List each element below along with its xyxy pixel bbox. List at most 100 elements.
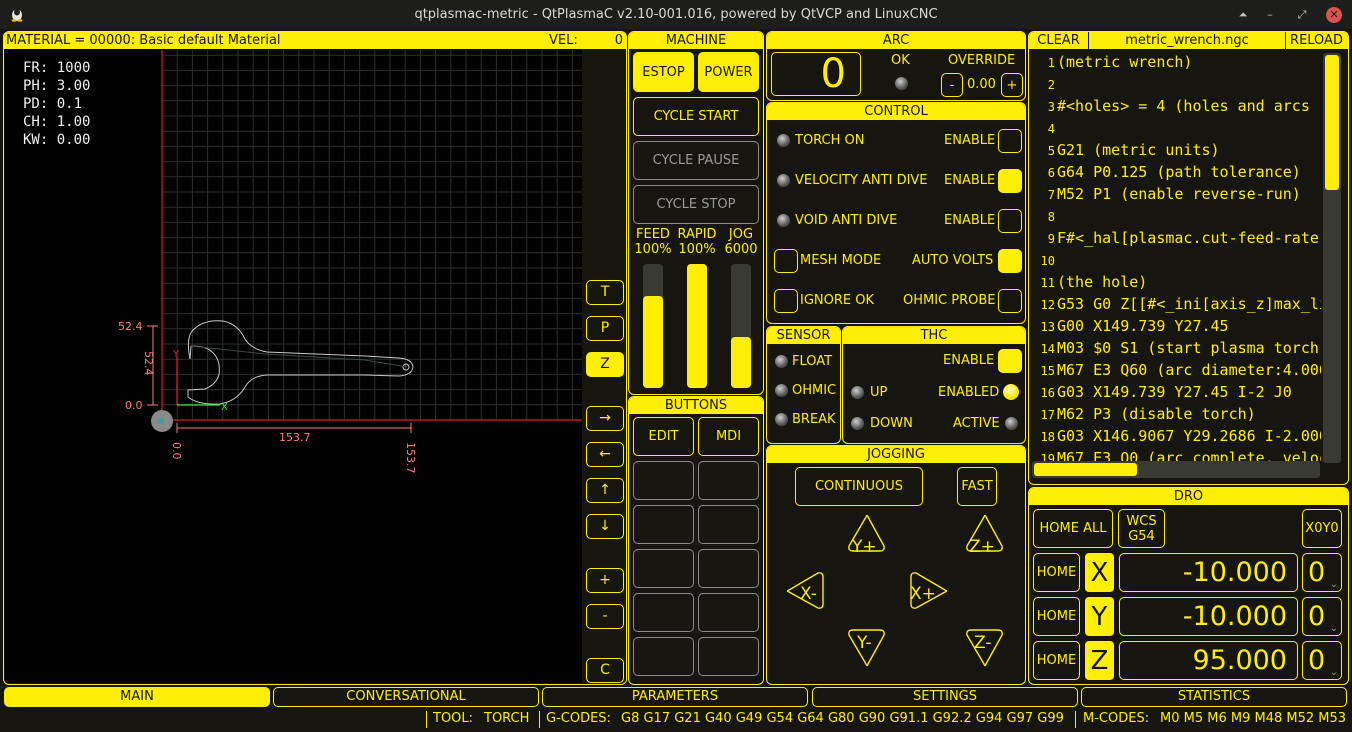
pan-up-button[interactable]: ↑ (586, 478, 624, 503)
gcode-line[interactable]: 15 M67 E3 Q60 (arc diameter:4.000 (1029, 359, 1321, 381)
axis-z-label[interactable]: Z (1085, 641, 1114, 680)
user-button-empty[interactable] (633, 549, 694, 588)
gcode-horizontal-scrollbar[interactable] (1032, 461, 1320, 478)
home-all-button[interactable]: HOME ALL (1033, 509, 1113, 548)
home-z-button[interactable]: HOME (1033, 641, 1080, 680)
axis-y-label[interactable]: Y (1085, 597, 1114, 636)
keep-above-icon[interactable]: ⏶ (1235, 7, 1251, 23)
pan-left-button[interactable]: ← (586, 442, 624, 467)
tab-statistics[interactable]: STATISTICS (1081, 687, 1347, 707)
restore-icon[interactable]: ⤢ (1294, 7, 1310, 23)
zoom-out-button[interactable]: - (586, 604, 624, 629)
user-button-empty[interactable] (633, 461, 694, 500)
gcode-line[interactable]: 2 (1029, 73, 1321, 95)
override-minus-button[interactable]: - (941, 73, 963, 97)
rapid-override-slider[interactable] (687, 264, 707, 388)
top-view-button[interactable]: T (586, 280, 624, 305)
user-button-empty[interactable] (698, 637, 759, 676)
edit-button[interactable]: EDIT (633, 417, 694, 456)
override-plus-button[interactable]: + (1001, 73, 1023, 97)
mdi-button[interactable]: MDI (698, 417, 759, 456)
void-enable-checkbox[interactable] (998, 209, 1022, 233)
jog-x-plus-button[interactable]: X+ (910, 584, 936, 604)
horizontal-scroll-thumb[interactable] (1034, 463, 1137, 476)
gcode-preview-canvas[interactable]: Y X 52.4 0.0 153.7 52.4 0.0 153.7 FR: 1000 PH: 3… (5, 49, 582, 683)
gcode-line[interactable]: 7 M52 P1 (enable reverse-run) (1029, 183, 1321, 205)
gcode-line[interactable]: 6 G64 P0.125 (path tolerance) (1029, 161, 1321, 183)
gcode-line[interactable]: 1 (metric wrench) (1029, 51, 1321, 73)
jog-fast-button[interactable]: FAST (957, 467, 997, 506)
gcode-line[interactable]: 3 #<holes> = 4 (holes and arcs (1029, 95, 1321, 117)
gcode-reload-button[interactable]: RELOAD (1286, 32, 1347, 49)
jog-x-minus-button[interactable]: X- (800, 584, 817, 604)
minimize-icon[interactable]: – (1262, 7, 1278, 23)
clear-live-plot-button[interactable]: C (586, 658, 624, 683)
cut-parameters-overlay: FR: 1000 PH: 3.00 PD: 0.1 CH: 1.00 KW: 0.00 (23, 59, 90, 149)
x0y0-button[interactable]: X0Y0 (1302, 509, 1342, 548)
gcode-line[interactable]: 9 F#<_hal[plasmac.cut-feed-rate (1029, 227, 1321, 249)
ignore-ok-checkbox[interactable] (774, 289, 798, 313)
gcode-clear-button[interactable]: CLEAR (1029, 32, 1089, 49)
gcode-line[interactable]: 17 M62 P3 (disable torch) (1029, 403, 1321, 425)
gcode-vertical-scrollbar[interactable] (1323, 53, 1341, 463)
gcode-line[interactable]: 4 (1029, 117, 1321, 139)
mesh-mode-checkbox[interactable] (774, 249, 798, 273)
jog-override-slider[interactable] (731, 264, 751, 388)
wcs-button[interactable]: WCS G54 (1118, 509, 1165, 548)
vertical-scroll-thumb[interactable] (1325, 55, 1339, 190)
z-view-button[interactable]: Z (586, 352, 624, 377)
ohmic-probe-checkbox[interactable] (998, 289, 1022, 313)
tab-main[interactable]: MAIN (4, 687, 270, 707)
gcode-line[interactable]: 5 G21 (metric units) (1029, 139, 1321, 161)
pan-down-button[interactable]: ↓ (586, 514, 624, 539)
user-button-empty[interactable] (698, 505, 759, 544)
dro-x-offset-button[interactable]: 0 ⌄ (1302, 553, 1342, 592)
auto-volts-checkbox[interactable] (998, 249, 1022, 273)
gcode-line[interactable]: 11 (the hole) (1029, 271, 1321, 293)
user-button-empty[interactable] (633, 505, 694, 544)
jog-y-minus-button[interactable]: Y- (857, 633, 872, 653)
gcode-line[interactable]: 14 M03 $0 S1 (start plasma torch (1029, 337, 1321, 359)
thc-enable-checkbox[interactable] (998, 349, 1022, 373)
line-number: 11 (1040, 276, 1055, 290)
zoom-in-button[interactable]: + (586, 568, 624, 593)
user-button-empty[interactable] (633, 593, 694, 632)
override-value: 0.00 (967, 77, 996, 92)
user-button-empty[interactable] (698, 593, 759, 632)
axis-x-label[interactable]: X (1085, 553, 1114, 592)
power-button[interactable]: POWER (698, 52, 759, 92)
perspective-view-button[interactable]: P (586, 316, 624, 341)
jog-z-plus-button[interactable]: Z+ (969, 537, 995, 557)
gcode-line[interactable]: 13 G00 X149.739 Y27.45 (1029, 315, 1321, 337)
tab-parameters[interactable]: PARAMETERS (542, 687, 808, 707)
gcode-line[interactable]: 10 (1029, 249, 1321, 271)
gcode-line[interactable]: 12 G53 G0 Z[[#<_ini[axis_z]max_li (1029, 293, 1321, 315)
gcode-line[interactable]: 16 G03 X149.739 Y27.45 I-2 J0 (1029, 381, 1321, 403)
dro-y-offset-button[interactable]: 0 ⌄ (1302, 597, 1342, 636)
home-x-button[interactable]: HOME (1033, 553, 1080, 592)
user-button-empty[interactable] (698, 461, 759, 500)
close-icon[interactable]: ✕ (1326, 7, 1342, 23)
cycle-stop-button[interactable]: CYCLE STOP (633, 185, 759, 224)
jog-y-plus-button[interactable]: Y+ (852, 537, 877, 557)
user-button-empty[interactable] (698, 549, 759, 588)
torch-enable-checkbox[interactable] (998, 129, 1022, 153)
pan-right-button[interactable]: → (586, 406, 624, 431)
feed-override-slider[interactable] (643, 264, 663, 388)
vad-enable-checkbox[interactable] (998, 169, 1022, 193)
control-panel: CONTROL TORCH ON ENABLE VELOCITY ANTI DI… (766, 102, 1026, 324)
jog-z-minus-button[interactable]: Z- (974, 633, 991, 653)
tab-settings[interactable]: SETTINGS (812, 687, 1078, 707)
jogging-panel: JOGGING CONTINUOUS FAST Y+ Z+ X- X+ Y- Z… (766, 445, 1026, 685)
cycle-start-button[interactable]: CYCLE START (633, 97, 759, 136)
home-y-button[interactable]: HOME (1033, 597, 1080, 636)
gcode-editor[interactable]: 1 (metric wrench) 2 3 #<holes> = 4 (holes an… (1029, 51, 1321, 465)
gcode-line[interactable]: 8 (1029, 205, 1321, 227)
user-button-empty[interactable] (633, 637, 694, 676)
jog-continuous-button[interactable]: CONTINUOUS (795, 467, 923, 506)
estop-button[interactable]: ESTOP (633, 52, 694, 92)
gcode-line[interactable]: 18 G03 X146.9067 Y29.2686 I-2.000 (1029, 425, 1321, 447)
dro-z-offset-button[interactable]: 0 ⌄ (1302, 641, 1342, 680)
cycle-pause-button[interactable]: CYCLE PAUSE (633, 141, 759, 180)
tab-conversational[interactable]: CONVERSATIONAL (273, 687, 539, 707)
